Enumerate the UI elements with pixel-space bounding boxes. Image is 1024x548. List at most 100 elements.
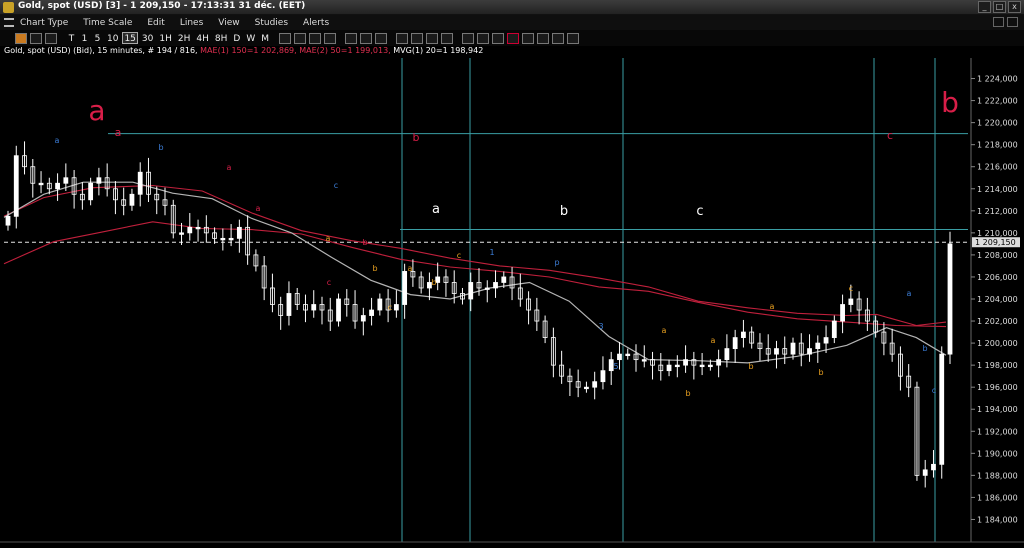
chart-minimize-icon[interactable] — [993, 17, 1004, 27]
wave-label: b — [158, 143, 163, 152]
wave-label: c — [388, 303, 392, 312]
timeframe-5[interactable]: 5 — [92, 32, 103, 44]
candle — [228, 237, 234, 241]
candle — [947, 243, 953, 355]
wave-label: b — [685, 389, 690, 398]
grid-icon[interactable] — [294, 32, 307, 44]
candle — [617, 353, 622, 361]
menu-view[interactable]: View — [218, 18, 239, 28]
candle — [732, 337, 738, 350]
timeframe-10[interactable]: 10 — [105, 32, 120, 44]
timeframe-1h[interactable]: 1H — [157, 32, 174, 44]
timeframe-4h[interactable]: 4H — [194, 32, 211, 44]
candle — [741, 331, 746, 338]
menu-chart-type[interactable]: Chart Type — [20, 18, 68, 28]
y-tick-label: 1 220,000 — [977, 119, 1018, 128]
timeframe-tick[interactable]: T — [66, 32, 77, 44]
print-icon[interactable] — [477, 32, 490, 44]
layout-icon[interactable] — [552, 32, 565, 44]
wave-label: b — [372, 264, 377, 273]
menu-lines[interactable]: Lines — [180, 18, 203, 28]
timeframe-d[interactable]: D — [231, 32, 242, 44]
close-button[interactable]: x — [1008, 1, 1021, 13]
wave-label: a — [770, 302, 775, 311]
candle — [484, 287, 490, 290]
candle — [5, 215, 11, 226]
scroll-icon[interactable] — [309, 32, 322, 44]
candle — [641, 359, 647, 362]
menu-studies[interactable]: Studies — [255, 18, 288, 28]
wave-label: a — [907, 289, 912, 298]
app-icon — [3, 2, 14, 13]
timeframe-1[interactable]: 1 — [79, 32, 90, 44]
candle — [187, 226, 193, 234]
price-chart[interactable]: a ba b caababcca b cabcabc 1p35aababbcabc 1 22… — [0, 58, 1024, 548]
menu-icon[interactable] — [4, 18, 14, 27]
crosshair-icon[interactable] — [279, 32, 292, 44]
candle — [774, 348, 779, 355]
zoom-out-icon[interactable] — [360, 32, 373, 44]
chart-restore-icon[interactable] — [1007, 17, 1018, 27]
scale-icon[interactable] — [324, 32, 337, 44]
wave-label: b — [818, 368, 823, 377]
candle — [707, 364, 713, 368]
last-price-label: 1 209,150 — [975, 238, 1016, 247]
y-tick-label: 1 202,000 — [977, 317, 1018, 326]
y-tick-label: 1 190,000 — [977, 449, 1018, 458]
timeframe-30[interactable]: 30 — [140, 32, 155, 44]
wave-label: c — [696, 204, 703, 219]
template-icon[interactable] — [537, 32, 550, 44]
bar-type-icon[interactable] — [30, 32, 42, 44]
candle — [129, 193, 135, 206]
candle — [38, 182, 44, 186]
candle — [236, 226, 242, 239]
zoom-in-icon[interactable] — [345, 32, 358, 44]
candle — [939, 353, 945, 465]
candle — [600, 370, 606, 383]
timeframe-2h[interactable]: 2H — [176, 32, 193, 44]
candle — [501, 276, 507, 283]
wave-label: 3 — [598, 322, 603, 331]
y-tick-label: 1 218,000 — [977, 141, 1018, 150]
minimize-button[interactable]: _ — [978, 1, 991, 13]
y-tick-label: 1 192,000 — [977, 427, 1018, 436]
link-icon[interactable] — [567, 32, 580, 44]
save-icon[interactable] — [492, 32, 505, 44]
candlestick-type-icon[interactable] — [15, 32, 27, 44]
maximize-button[interactable]: □ — [993, 1, 1006, 13]
candle — [179, 232, 184, 235]
menu-bar: Chart Type Time Scale Edit Lines View St… — [0, 15, 1024, 30]
y-tick-label: 1 204,000 — [977, 295, 1018, 304]
wave-label: a — [662, 326, 667, 335]
channel-icon[interactable] — [411, 32, 424, 44]
candle — [584, 386, 589, 390]
wave-label: p — [554, 258, 559, 267]
timeframe-8h[interactable]: 8H — [213, 32, 230, 44]
settings-icon[interactable] — [522, 32, 535, 44]
zoom-fit-icon[interactable] — [375, 32, 388, 44]
y-tick-label: 1 224,000 — [977, 75, 1018, 84]
wave-label: b — [922, 344, 927, 353]
chart-window-controls — [993, 17, 1018, 27]
y-tick-label: 1 184,000 — [977, 515, 1018, 524]
candle — [137, 171, 143, 195]
timeframe-w[interactable]: W — [244, 32, 257, 44]
draw-tool-icon[interactable] — [462, 32, 475, 44]
wave-label: a — [115, 126, 122, 139]
timeframe-m[interactable]: M — [259, 32, 271, 44]
pitchfork-icon[interactable] — [441, 32, 454, 44]
menu-time-scale[interactable]: Time Scale — [83, 18, 132, 28]
wave-label: b — [362, 238, 367, 247]
trendline-icon[interactable] — [396, 32, 409, 44]
menu-edit[interactable]: Edit — [147, 18, 164, 28]
chart-legend: Gold, spot (USD) (Bid), 15 minutes, # 19… — [4, 46, 483, 57]
line-type-icon[interactable] — [45, 32, 57, 44]
studies-icon[interactable] — [507, 32, 520, 44]
fibonacci-icon[interactable] — [426, 32, 439, 44]
candle — [220, 237, 226, 241]
wave-label: 1 — [489, 248, 494, 257]
candle — [674, 364, 680, 368]
candle — [493, 282, 498, 289]
timeframe-15[interactable]: 15 — [122, 32, 138, 44]
menu-alerts[interactable]: Alerts — [303, 18, 329, 28]
